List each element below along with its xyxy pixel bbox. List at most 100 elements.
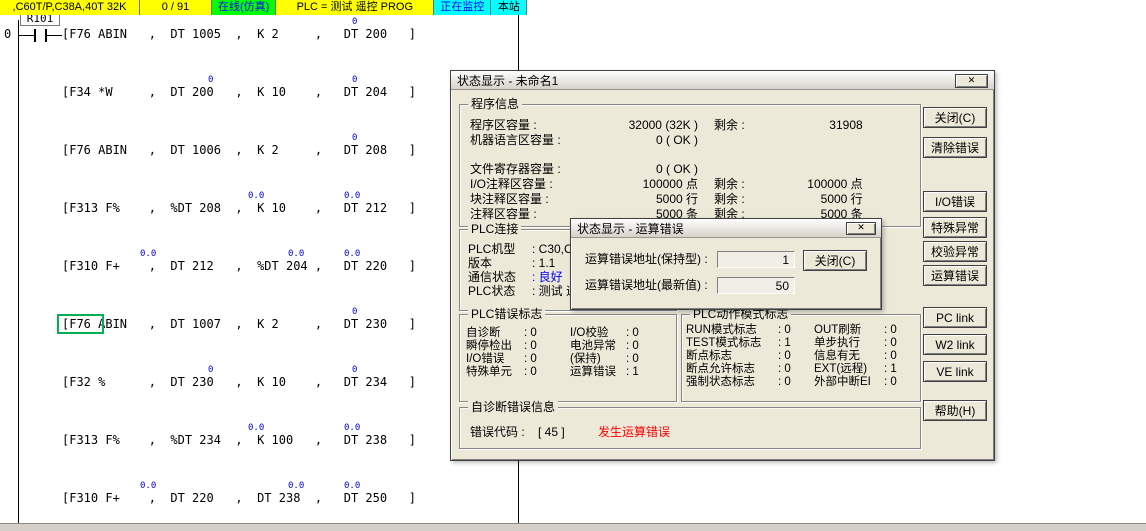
program-info-label: 文件寄存器容量 : bbox=[470, 162, 610, 177]
flag-label: I/O错误 bbox=[466, 353, 524, 366]
error-flags-col2: I/O校验: 0电池异常: 0(保持): 0运算错误: 1 bbox=[570, 327, 670, 379]
flag-row: (保持): 0 bbox=[570, 353, 670, 366]
flag-label: 断点允许标志 bbox=[686, 363, 778, 376]
operation-error-dialog: 状态显示 - 运算错误 ✕ 运算错误地址(保持型) :1运算错误地址(最新值) … bbox=[570, 218, 882, 310]
plc-mode-indicator: PLC = 测试 遥控 PROG bbox=[276, 0, 434, 15]
error-dialog-titlebar[interactable]: 状态显示 - 运算错误 ✕ bbox=[571, 219, 881, 238]
io-error-button[interactable]: I/O错误 bbox=[923, 191, 987, 212]
flag-label: 强制状态标志 bbox=[686, 376, 778, 389]
verify-anomaly-button[interactable]: 校验异常 bbox=[923, 241, 987, 262]
monitor-value: 0 bbox=[352, 75, 357, 85]
ladder-rung-3[interactable]: [F313 F% , %DT 208 , K 10 , DT 212 ] bbox=[62, 201, 416, 215]
flag-value: : 0 bbox=[626, 327, 639, 339]
error-address-field[interactable]: 1 bbox=[717, 251, 795, 268]
close-icon[interactable]: ✕ bbox=[955, 74, 988, 88]
close-icon[interactable]: ✕ bbox=[846, 222, 876, 235]
w2-link-button[interactable]: W2 link bbox=[923, 334, 987, 355]
plc-connection-value: : 1.1 bbox=[532, 256, 555, 270]
flag-row: 特殊单元: 0 bbox=[466, 366, 570, 379]
ladder-rung-7[interactable]: [F313 F% , %DT 234 , K 100 , DT 238 ] bbox=[62, 433, 416, 447]
plc-error-flags-group: PLC错误标志 自诊断: 0瞬停检出: 0I/O错误: 0特殊单元: 0 I/O… bbox=[459, 314, 677, 402]
diag-error-group: 自诊断错误信息 错误代码 : [ 45 ] 发生运算错误 bbox=[459, 407, 921, 449]
flag-row: 外部中断EI: 0 bbox=[814, 376, 916, 389]
clear-errors-button[interactable]: 清除错误 bbox=[923, 137, 987, 158]
ladder-rung-5[interactable]: [F76 ABIN , DT 1007 , K 2 , DT 230 ] bbox=[62, 317, 416, 331]
program-info-label: 块注释区容量 : bbox=[470, 192, 610, 207]
flag-value: : 0 bbox=[524, 353, 537, 365]
status-toolbar: ,C60T/P,C38A,40T 32K0 / 91在线(仿真)PLC = 测试… bbox=[0, 0, 527, 15]
plc-connection-label: PLC机型 bbox=[468, 242, 532, 256]
special-anomaly-button[interactable]: 特殊异常 bbox=[923, 217, 987, 238]
error-code-label: 错误代码 : bbox=[470, 425, 525, 439]
group-legend: 程序信息 bbox=[468, 97, 522, 111]
flag-value: : 0 bbox=[524, 327, 537, 339]
flag-value: : 0 bbox=[524, 366, 537, 378]
ladder-rung-4[interactable]: [F310 F+ , DT 212 , %DT 204 , DT 220 ] bbox=[62, 259, 416, 273]
plc-connection-value: : 良好 bbox=[532, 270, 563, 284]
flag-row: 单步执行: 0 bbox=[814, 337, 916, 350]
flag-label: 自诊断 bbox=[466, 327, 524, 340]
step-number: 0 bbox=[4, 27, 11, 41]
remain-label: 剩余 : bbox=[714, 118, 745, 133]
monitor-value: 0.0 bbox=[140, 249, 156, 259]
no-contact-symbol[interactable] bbox=[34, 29, 36, 42]
monitor-value: 0 bbox=[352, 17, 357, 27]
ve-link-button[interactable]: VE link bbox=[923, 361, 987, 382]
station-indicator: 本站 bbox=[491, 0, 527, 15]
flag-label: 瞬停检出 bbox=[466, 340, 524, 353]
flag-value: : 0 bbox=[884, 324, 897, 336]
monitor-value: 0 bbox=[208, 365, 213, 375]
flag-label: RUN模式标志 bbox=[686, 324, 778, 337]
plc-model-indicator: ,C60T/P,C38A,40T 32K bbox=[0, 0, 140, 15]
ladder-rung-2[interactable]: [F76 ABIN , DT 1006 , K 2 , DT 208 ] bbox=[62, 143, 416, 157]
flag-label: 外部中断EI bbox=[814, 376, 884, 389]
operation-error-button[interactable]: 运算错误 bbox=[923, 265, 987, 286]
flag-label: 断点标志 bbox=[686, 350, 778, 363]
flag-value: : 0 bbox=[626, 340, 639, 352]
flag-row: 自诊断: 0 bbox=[466, 327, 570, 340]
flag-label: 特殊单元 bbox=[466, 366, 524, 379]
monitor-value: 0.0 bbox=[248, 423, 264, 433]
online-mode-indicator: 在线(仿真) bbox=[212, 0, 276, 15]
monitor-value: 0.0 bbox=[344, 249, 360, 259]
error-address-label: 运算错误地址(最新值) : bbox=[585, 277, 708, 294]
monitor-value: 0.0 bbox=[288, 481, 304, 491]
plc-mode-flags-group: PLC动作模式标志 RUN模式标志: 0TEST模式标志: 1断点标志: 0断点… bbox=[681, 314, 921, 402]
remain-label: 剩余 : bbox=[714, 177, 745, 192]
ladder-rung-0[interactable]: [F76 ABIN , DT 1005 , K 2 , DT 200 ] bbox=[62, 27, 416, 41]
flag-row: OUT刷新: 0 bbox=[814, 324, 916, 337]
left-power-rail bbox=[18, 20, 19, 523]
remain-value: 31908 bbox=[745, 118, 863, 133]
error-address-field[interactable]: 50 bbox=[717, 277, 795, 294]
error-dialog-close-button[interactable]: 关闭(C) bbox=[803, 250, 867, 271]
flag-value: : 1 bbox=[884, 363, 897, 375]
group-legend: PLC连接 bbox=[468, 222, 521, 236]
monitor-value: 0.0 bbox=[344, 423, 360, 433]
flag-row: 运算错误: 1 bbox=[570, 366, 670, 379]
status-dialog-titlebar[interactable]: 状态显示 - 未命名1 ✕ bbox=[451, 71, 994, 90]
flag-row: I/O错误: 0 bbox=[466, 353, 570, 366]
status-dialog-title: 状态显示 - 未命名1 bbox=[457, 72, 988, 89]
flag-row: 电池异常: 0 bbox=[570, 340, 670, 353]
plc-connection-label: 通信状态 bbox=[468, 270, 532, 284]
flag-label: 运算错误 bbox=[570, 366, 626, 379]
help-button[interactable]: 帮助(H) bbox=[923, 400, 987, 421]
rung-wire bbox=[47, 35, 62, 36]
app-window: 0 R101 [F76 ABIN , DT 1005 , K 2 , DT 20… bbox=[0, 0, 1146, 531]
rung-wire bbox=[18, 35, 34, 36]
ladder-rung-8[interactable]: [F310 F+ , DT 220 , DT 238 , DT 250 ] bbox=[62, 491, 416, 505]
monitor-value: 0 bbox=[352, 365, 357, 375]
program-info-rows: 程序区容量 :32000 (32K )剩余 :31908机器语言区容量 :0 (… bbox=[460, 105, 920, 222]
flag-row: I/O校验: 0 bbox=[570, 327, 670, 340]
close-button[interactable]: 关闭(C) bbox=[923, 107, 987, 128]
step-counter: 0 / 91 bbox=[140, 0, 212, 15]
pc-link-button[interactable]: PC link bbox=[923, 307, 987, 328]
bottom-scrollbar-track[interactable] bbox=[0, 523, 1146, 531]
monitor-value: 0 bbox=[352, 307, 357, 317]
ladder-rung-1[interactable]: [F34 *W , DT 200 , K 10 , DT 204 ] bbox=[62, 85, 416, 99]
group-legend: PLC错误标志 bbox=[468, 307, 545, 321]
flag-value: : 0 bbox=[778, 324, 791, 336]
error-code-value: [ 45 ] bbox=[538, 425, 565, 439]
flag-row: 断点允许标志: 0 bbox=[686, 363, 814, 376]
ladder-rung-6[interactable]: [F32 % , DT 230 , K 10 , DT 234 ] bbox=[62, 375, 416, 389]
